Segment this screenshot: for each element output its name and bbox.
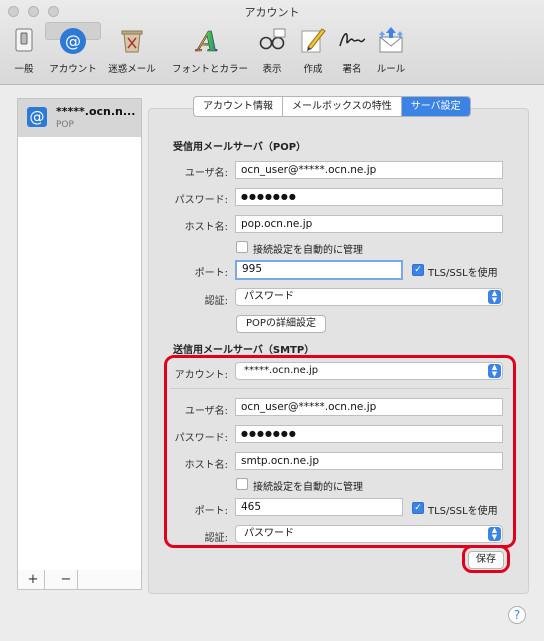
save-button[interactable]: 保存 — [468, 551, 504, 569]
pop-advanced-button[interactable]: POPの詳細設定 — [236, 315, 326, 333]
incoming-auto-manage-checkbox[interactable] — [236, 241, 248, 253]
toolbar-fonts-colors[interactable]: A フォントとカラー — [172, 22, 248, 80]
general-switch-icon — [15, 28, 33, 52]
toolbar-accounts[interactable]: @ アカウント — [45, 22, 101, 75]
window-title: アカウント — [244, 6, 300, 19]
incoming-port-field[interactable]: 995 — [235, 260, 403, 280]
tab-mailbox-behaviors[interactable]: メールボックスの特性 — [283, 97, 402, 116]
toolbar-junk[interactable]: 迷惑メール — [104, 22, 160, 80]
tab-server-settings[interactable]: サーバ設定 — [401, 97, 470, 116]
help-button[interactable]: ? — [508, 606, 526, 624]
incoming-username-label: ユーザ名: — [184, 168, 228, 179]
account-type: POP — [56, 120, 74, 130]
tab-account-info[interactable]: アカウント情報 — [194, 97, 283, 116]
incoming-server-heading: 受信用メールサーバ（POP） — [173, 142, 307, 153]
at-sign-icon: @ — [60, 28, 86, 54]
incoming-password-label: パスワード: — [174, 195, 228, 206]
outgoing-server-heading: 送信用メールサーバ（SMTP） — [173, 345, 315, 356]
font-color-icon: A — [194, 27, 219, 54]
incoming-port-label: ポート: — [194, 268, 228, 279]
incoming-tls-label: TLS/SSLを使用 — [428, 268, 498, 279]
accounts-list: @ *****.ocn.n... POP — [17, 98, 142, 572]
incoming-auth-select[interactable]: パスワード ▲ ▼ — [235, 288, 503, 306]
incoming-username-field[interactable]: ocn_user@*****.ocn.ne.jp — [235, 161, 503, 179]
incoming-auth-label: 認証: — [204, 296, 228, 307]
incoming-auto-manage-label: 接続設定を自動的に管理 — [253, 245, 363, 256]
remove-account-button[interactable]: − — [55, 570, 78, 589]
toolbar-rules[interactable]: ルール — [363, 22, 419, 80]
add-account-button[interactable]: + — [22, 570, 45, 589]
junk-trash-icon — [121, 30, 143, 53]
rules-envelope-icon — [379, 27, 403, 53]
svg-text:@: @ — [65, 32, 81, 51]
select-chevron-icon: ▲ ▼ — [488, 290, 501, 304]
incoming-auth-value: パスワード — [244, 291, 294, 302]
glasses-icon — [259, 28, 286, 50]
account-at-icon: @ — [27, 107, 47, 127]
settings-tabs: アカウント情報 メールボックスの特性 サーバ設定 — [193, 96, 471, 117]
accounts-list-footer: + − — [17, 570, 142, 590]
smtp-highlight-box — [164, 355, 516, 548]
incoming-host-field[interactable]: pop.ocn.ne.jp — [235, 215, 503, 233]
incoming-host-label: ホスト名: — [184, 222, 228, 233]
window-toolbar: アカウント 一般 @ アカウント 迷惑メール A フォントとカラー 表示 作成 … — [0, 0, 544, 85]
pencil-icon — [301, 28, 326, 53]
svg-text:A: A — [195, 27, 219, 54]
incoming-tls-checkbox[interactable]: ✓ — [412, 264, 424, 276]
account-name: *****.ocn.n... — [56, 105, 136, 118]
signature-icon — [339, 33, 366, 47]
account-list-item[interactable]: @ *****.ocn.n... POP — [18, 99, 141, 137]
incoming-password-field[interactable]: ●●●●●●● — [235, 188, 503, 206]
